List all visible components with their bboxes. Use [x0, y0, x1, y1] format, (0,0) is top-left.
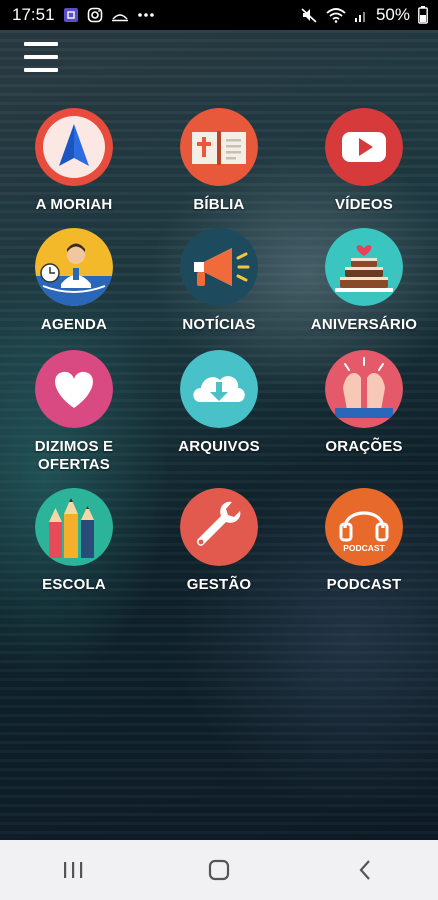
signal-icon: [354, 8, 368, 22]
tile-arquivos[interactable]: ARQUIVOS: [149, 350, 289, 456]
status-bar: 17:51 50%: [0, 0, 438, 30]
menu-line: [24, 68, 58, 72]
navigation-arrow-icon: [35, 108, 113, 186]
tile-agenda[interactable]: AGENDA: [4, 228, 144, 334]
tile-label: NOTÍCIAS: [182, 316, 256, 333]
tile-oracoes[interactable]: ORAÇÕES: [294, 350, 434, 456]
battery-icon: [418, 6, 428, 24]
agenda-person-icon: [35, 228, 113, 306]
pencils-icon: [35, 488, 113, 566]
navigation-bar: [0, 840, 438, 900]
wifi-icon: [326, 7, 346, 23]
tile-dizimos-ofertas[interactable]: DIZIMOS E OFERTAS: [4, 350, 144, 474]
cast-icon: [111, 8, 129, 22]
bible-icon: [180, 108, 258, 186]
tile-podcast[interactable]: PODCAST PODCAST: [294, 488, 434, 594]
podcast-inner-text: PODCAST: [343, 543, 385, 553]
tile-gestao[interactable]: GESTÃO: [149, 488, 289, 594]
tile-label: VÍDEOS: [335, 196, 393, 213]
tile-label: DIZIMOS E OFERTAS: [4, 438, 144, 474]
heart-icon: [35, 350, 113, 428]
instagram-icon: [87, 7, 103, 23]
more-dots-icon: [137, 12, 155, 18]
youtube-icon: [325, 108, 403, 186]
battery-percent: 50%: [375, 5, 410, 24]
praying-hands-icon: [325, 350, 403, 428]
tile-label: ANIVERSÁRIO: [310, 316, 418, 333]
wrench-icon: [180, 488, 258, 566]
back-icon[interactable]: [335, 850, 395, 890]
home-screen: A MORIAH BÍBLIA VÍDEOS AGENDA NOTÍCIAS A…: [0, 30, 438, 840]
status-time: 17:51: [12, 5, 55, 24]
app-notification-icon: [63, 7, 79, 23]
headphones-icon: PODCAST: [325, 488, 403, 566]
home-icon[interactable]: [189, 850, 249, 890]
status-left: 17:51: [12, 5, 155, 25]
menu-line: [24, 42, 58, 46]
tile-label-line2: OFERTAS: [38, 456, 110, 473]
tile-a-moriah[interactable]: A MORIAH: [4, 108, 144, 214]
tile-label: PODCAST: [326, 576, 402, 593]
megaphone-icon: [180, 228, 258, 306]
tile-label-line1: DIZIMOS E: [34, 438, 114, 455]
tile-label: ESCOLA: [42, 576, 106, 593]
tile-label: ARQUIVOS: [178, 438, 260, 455]
tile-noticias[interactable]: NOTÍCIAS: [149, 228, 289, 334]
cloud-download-icon: [180, 350, 258, 428]
menu-line: [24, 55, 58, 59]
hamburger-menu-icon[interactable]: [24, 42, 58, 72]
cake-icon: [325, 228, 403, 306]
status-right: 50%: [300, 5, 428, 25]
tile-label: AGENDA: [40, 316, 108, 333]
tile-escola[interactable]: ESCOLA: [4, 488, 144, 594]
tile-label: BÍBLIA: [193, 196, 245, 213]
tile-aniversario[interactable]: ANIVERSÁRIO: [294, 228, 434, 334]
mute-icon: [300, 7, 318, 23]
tile-biblia[interactable]: BÍBLIA: [149, 108, 289, 214]
tile-label: ORAÇÕES: [325, 438, 403, 455]
tile-label: GESTÃO: [186, 576, 252, 593]
tile-videos[interactable]: VÍDEOS: [294, 108, 434, 214]
recents-icon[interactable]: [43, 850, 103, 890]
tile-label: A MORIAH: [35, 196, 113, 213]
